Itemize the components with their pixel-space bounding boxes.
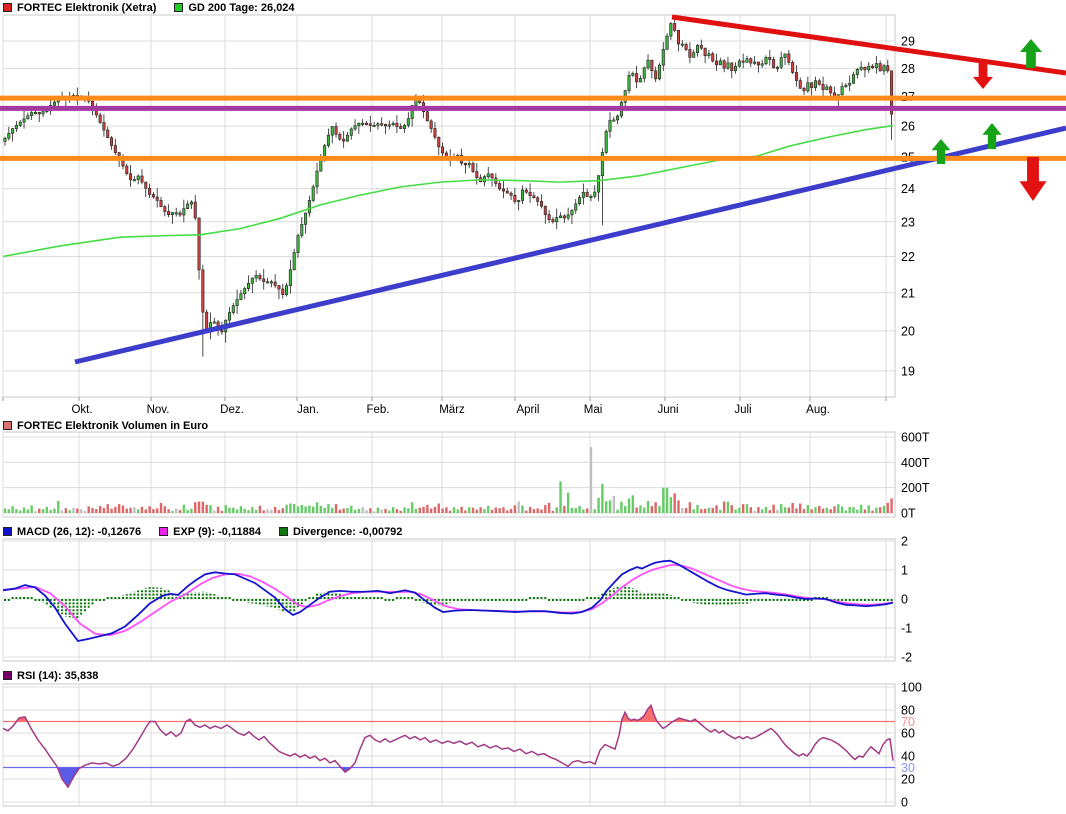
legend-item-volume: FORTEC Elektronik Volumen in Euro [3, 420, 208, 432]
rsi-panel [3, 684, 895, 806]
macd-lines [3, 561, 893, 641]
price-series-label: FORTEC Elektronik (Xetra) [17, 2, 156, 14]
divergence-label: Divergence: -0,00792 [293, 526, 402, 538]
volume-swatch-icon [3, 421, 12, 430]
price-series-swatch-icon [3, 3, 12, 12]
legend-item-divergence: Divergence: -0,00792 [279, 526, 402, 538]
macd-legend: MACD (26, 12): -0,12676 EXP (9): -0,1188… [3, 525, 420, 538]
legend-item-macd: MACD (26, 12): -0,12676 [3, 526, 141, 538]
rsi-axis-labels: 1008070604030200 [901, 681, 922, 810]
svg-text:Feb.: Feb. [366, 404, 389, 416]
macd-axis-labels: 2 1 0 -1 -2 [901, 535, 912, 665]
support-trendline [75, 128, 1066, 362]
gd200-line [3, 126, 893, 257]
svg-text:April: April [516, 404, 539, 416]
svg-text:20: 20 [901, 324, 915, 338]
svg-text:22: 22 [901, 250, 915, 264]
main-chart-legend: FORTEC Elektronik (Xetra) GD 200 Tage: 2… [3, 1, 313, 14]
exp-label: EXP (9): -0,11884 [173, 526, 261, 538]
volume-label: FORTEC Elektronik Volumen in Euro [17, 420, 208, 432]
gd200-label: GD 200 Tage: 26,024 [188, 2, 294, 14]
volume-panel [3, 432, 895, 517]
rsi-legend: RSI (14): 35,838 [3, 669, 116, 682]
svg-text:60: 60 [901, 727, 915, 741]
volume-bars [4, 447, 893, 513]
svg-text:21: 21 [901, 286, 915, 300]
svg-text:Aug.: Aug. [806, 404, 830, 416]
svg-text:Nov.: Nov. [147, 404, 170, 416]
svg-text:Juni: Juni [657, 404, 678, 416]
gd200-swatch-icon [174, 3, 183, 12]
svg-text:26: 26 [901, 120, 915, 134]
svg-text:Dez.: Dez. [220, 404, 244, 416]
svg-text:2: 2 [901, 535, 908, 549]
rsi-line [3, 705, 893, 787]
rsi-swatch-icon [3, 671, 12, 680]
svg-text:29: 29 [901, 35, 915, 49]
month-axis-labels: Okt. Nov. Dez. Jan. Feb. März April Mai Juni Juli… [71, 404, 829, 416]
stock-chart-page: 1920212223242526272829Okt.Nov.Dez.Jan.Fe… [0, 0, 1066, 814]
legend-item-exp: EXP (9): -0,11884 [159, 526, 261, 538]
svg-text:200T: 200T [901, 481, 930, 495]
sell-arrow-icon [973, 62, 993, 89]
price-axis-labels: 1920212223242526272829 [901, 35, 915, 379]
chart-canvas: 1920212223242526272829Okt.Nov.Dez.Jan.Fe… [0, 0, 1066, 814]
legend-item-price: FORTEC Elektronik (Xetra) [3, 2, 156, 14]
svg-text:20: 20 [901, 773, 915, 787]
svg-text:23: 23 [901, 215, 915, 229]
volume-legend: FORTEC Elektronik Volumen in Euro [3, 419, 226, 432]
svg-text:-2: -2 [901, 651, 912, 665]
svg-text:0T: 0T [901, 507, 916, 521]
svg-text:28: 28 [901, 62, 915, 76]
svg-text:24: 24 [901, 182, 915, 196]
svg-text:März: März [439, 404, 465, 416]
svg-text:600T: 600T [901, 430, 930, 444]
exp-swatch-icon [159, 527, 168, 536]
svg-text:100: 100 [901, 681, 922, 695]
main-price-panel [3, 15, 895, 401]
legend-item-rsi: RSI (14): 35,838 [3, 670, 98, 682]
svg-text:0: 0 [901, 796, 908, 810]
svg-text:-1: -1 [901, 622, 912, 636]
rsi-bands [16, 705, 697, 787]
macd-label: MACD (26, 12): -0,12676 [17, 526, 141, 538]
svg-text:400T: 400T [901, 456, 930, 470]
legend-item-gd200: GD 200 Tage: 26,024 [174, 2, 294, 14]
svg-text:0: 0 [901, 593, 908, 607]
rsi-label: RSI (14): 35,838 [17, 670, 98, 682]
buy-arrow-icon [1020, 39, 1042, 68]
svg-text:19: 19 [901, 364, 915, 378]
svg-text:Jan.: Jan. [297, 404, 319, 416]
divergence-swatch-icon [279, 527, 288, 536]
svg-text:Okt.: Okt. [71, 404, 92, 416]
volume-axis-labels: 600T 400T 200T 0T [901, 430, 930, 520]
svg-text:Mai: Mai [584, 404, 603, 416]
svg-text:1: 1 [901, 564, 908, 578]
svg-text:Juli: Juli [734, 404, 751, 416]
macd-swatch-icon [3, 527, 12, 536]
sell-arrow-icon [1020, 157, 1047, 201]
